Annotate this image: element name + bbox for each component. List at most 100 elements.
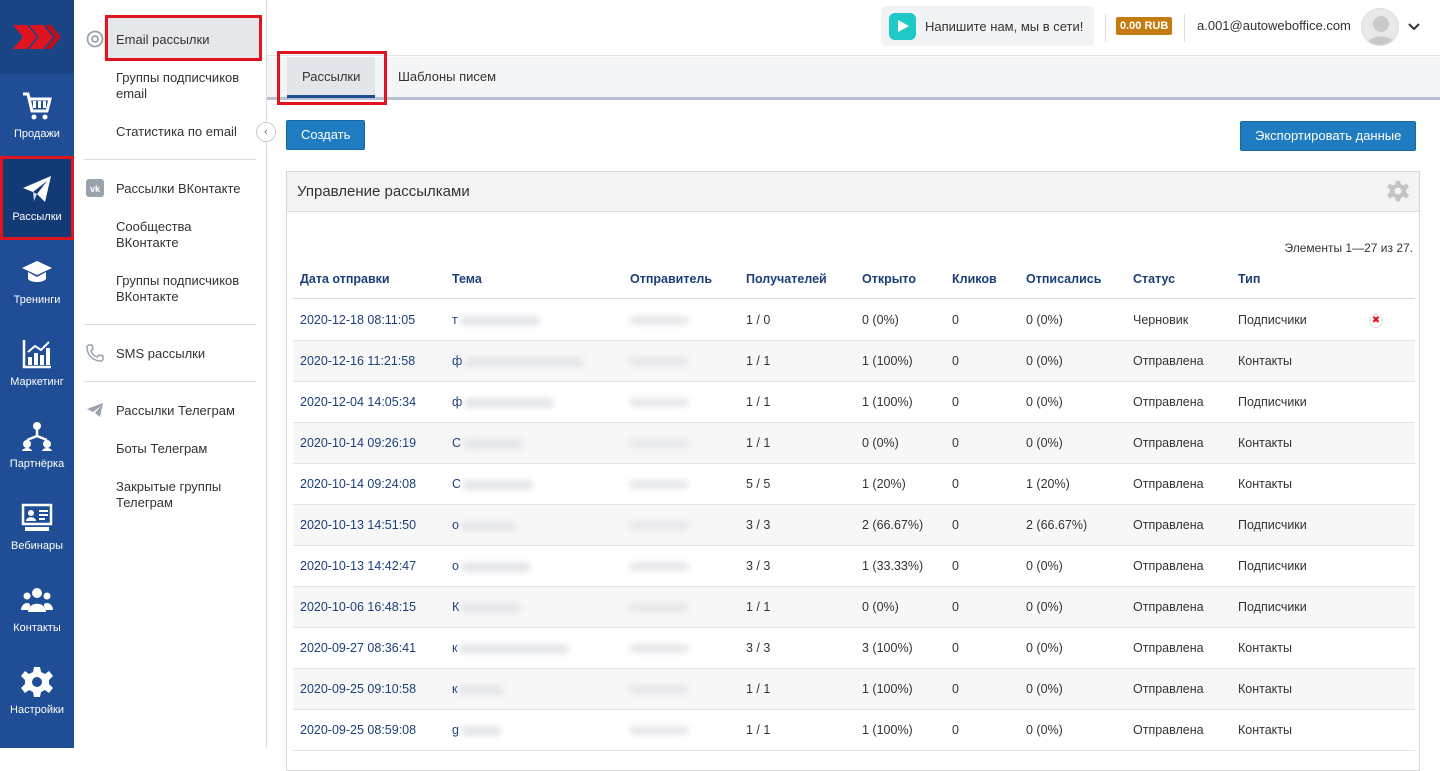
- row-topic-link[interactable]: о: [452, 505, 516, 546]
- submenu-telegram-bots[interactable]: Боты Телеграм: [116, 441, 256, 457]
- row-topic-link[interactable]: С: [452, 423, 524, 464]
- row-date-link[interactable]: 2020-09-27 08:36:41: [300, 628, 416, 669]
- row-topic-link-text: С: [452, 477, 462, 491]
- table-row[interactable]: 2020-09-25 08:59:08 g 1 / 1 1 (100%) 0 0 (0%)…: [293, 710, 1415, 751]
- network-icon: [22, 422, 52, 451]
- row-date-link[interactable]: 2020-10-14 09:24:08: [300, 464, 416, 505]
- row-topic-link[interactable]: о: [452, 546, 531, 587]
- redacted-sender: [623, 628, 713, 669]
- row-unsubscribed-text: 0 (0%): [1026, 682, 1063, 696]
- row-recipients-text: 3 / 3: [746, 518, 771, 532]
- nav-item-trainings[interactable]: Тренинги: [0, 240, 74, 322]
- submenu-telegram-mailings[interactable]: Рассылки Телеграм: [116, 403, 256, 419]
- redacted-sender: [623, 423, 713, 464]
- row-clicks: 0: [952, 464, 959, 505]
- row-clicks-text: 0: [952, 559, 959, 573]
- row-date-link[interactable]: 2020-09-25 09:10:58: [300, 669, 416, 710]
- column-header-type[interactable]: Тип: [1238, 259, 1260, 299]
- create-button[interactable]: Создать: [286, 120, 366, 150]
- row-type-text: Контакты: [1238, 682, 1292, 696]
- row-date-link[interactable]: 2020-12-18 08:11:05: [300, 300, 415, 341]
- app-logo[interactable]: [0, 0, 74, 74]
- row-topic-link[interactable]: ф: [452, 382, 555, 423]
- row-topic-link[interactable]: К: [452, 587, 522, 628]
- redacted-topic: [464, 397, 555, 408]
- export-data-button[interactable]: Экспортировать данные: [1240, 121, 1417, 151]
- row-topic-link[interactable]: к: [452, 669, 505, 710]
- table-row[interactable]: 2020-10-06 16:48:15 К 1 / 1 0 (0%) 0 0 (0%) От…: [293, 587, 1415, 628]
- row-unsubscribed: 2 (66.67%): [1026, 505, 1087, 546]
- row-topic-link[interactable]: к: [452, 628, 570, 669]
- row-status-text: Отправлена: [1133, 354, 1204, 368]
- nav-item-sales[interactable]: Продажи: [0, 74, 74, 156]
- row-type: Контакты: [1238, 341, 1292, 382]
- column-header-clicks[interactable]: Кликов: [952, 259, 997, 299]
- column-header-recipients[interactable]: Получателей: [746, 259, 827, 299]
- submenu-email-groups[interactable]: Группы подписчиков email: [116, 70, 256, 102]
- row-clicks: 0: [952, 546, 959, 587]
- redacted-topic: [463, 438, 524, 449]
- row-recipients-text: 1 / 1: [746, 600, 771, 614]
- row-unsubscribed: 0 (0%): [1026, 628, 1063, 669]
- table-row[interactable]: 2020-10-14 09:26:19 С 1 / 1 0 (0%) 0 0 (0%) От…: [293, 423, 1415, 464]
- row-topic-link[interactable]: ф: [452, 341, 585, 382]
- row-date-link[interactable]: 2020-10-14 09:26:19: [300, 423, 416, 464]
- chevron-down-icon[interactable]: [1407, 20, 1421, 34]
- column-header-topic[interactable]: Тема: [452, 259, 482, 299]
- row-date-link[interactable]: 2020-10-13 14:42:47: [300, 546, 416, 587]
- nav-item-mailings[interactable]: Рассылки: [0, 156, 74, 240]
- nav-item-marketing[interactable]: Маркетинг: [0, 322, 74, 404]
- submenu-email-stats[interactable]: Статистика по email: [116, 124, 256, 140]
- table-row[interactable]: 2020-12-04 14:05:34 ф 1 / 1 1 (100%) 0 0 (0%)…: [293, 382, 1415, 423]
- row-type: Контакты: [1238, 710, 1292, 751]
- balance-badge[interactable]: 0.00 RUB: [1116, 17, 1173, 35]
- table-row[interactable]: 2020-10-13 14:51:50 о 3 / 3 2 (66.67%) 0 2 (6…: [293, 505, 1415, 546]
- row-clicks: 0: [952, 341, 959, 382]
- collapse-submenu-button[interactable]: ‹: [256, 122, 276, 142]
- column-header-status[interactable]: Статус: [1133, 259, 1175, 299]
- submenu-vk-communities[interactable]: Сообщества ВКонтакте: [116, 219, 256, 251]
- submenu-telegram-groups[interactable]: Закрытые группы Телеграм: [116, 479, 256, 511]
- row-date-link[interactable]: 2020-12-16 11:21:58: [300, 341, 415, 382]
- submenu-vk-groups[interactable]: Группы подписчиков ВКонтакте: [116, 273, 256, 305]
- delete-icon[interactable]: ✖: [1369, 314, 1383, 328]
- column-header-unsubscribed[interactable]: Отписались: [1026, 259, 1101, 299]
- tab-templates[interactable]: Шаблоны писем: [383, 57, 511, 97]
- row-type-text: Контакты: [1238, 354, 1292, 368]
- row-topic-link[interactable]: С: [452, 464, 534, 505]
- submenu-sms-mailings[interactable]: SMS рассылки: [116, 346, 256, 362]
- row-topic-link[interactable]: т: [452, 300, 540, 341]
- nav-item-contacts[interactable]: Контакты: [0, 568, 74, 650]
- nav-item-partners[interactable]: Партнёрка: [0, 404, 74, 486]
- user-email[interactable]: a.001@autoweboffice.com: [1197, 18, 1351, 33]
- row-clicks-text: 0: [952, 682, 959, 696]
- table-row[interactable]: 2020-10-14 09:24:08 С 5 / 5 1 (20%) 0 1 (20%)…: [293, 464, 1415, 505]
- redacted-topic: [464, 356, 585, 367]
- table-row[interactable]: 2020-10-13 14:42:47 о 3 / 3 1 (33.33%) 0 0 (0…: [293, 546, 1415, 587]
- gear-icon[interactable]: [1387, 180, 1409, 202]
- row-date-link[interactable]: 2020-09-25 08:59:08: [300, 710, 416, 751]
- row-opened: 1 (100%): [862, 382, 913, 423]
- column-header-sender[interactable]: Отправитель: [630, 259, 712, 299]
- nav-item-webinars[interactable]: Вебинары: [0, 486, 74, 568]
- column-header-date[interactable]: Дата отправки: [300, 259, 390, 299]
- avatar[interactable]: [1361, 8, 1399, 46]
- column-header-opened[interactable]: Открыто: [862, 259, 916, 299]
- row-date-link[interactable]: 2020-10-13 14:51:50: [300, 505, 416, 546]
- table-header-row: Дата отправки Тема Отправитель Получател…: [293, 259, 1415, 299]
- row-recipients: 1 / 1: [746, 382, 770, 423]
- nav-item-label: Продажи: [14, 128, 60, 140]
- row-topic-link-text: ф: [452, 395, 463, 409]
- row-date-link[interactable]: 2020-12-04 14:05:34: [300, 382, 416, 423]
- row-status: Отправлена: [1133, 423, 1204, 464]
- nav-item-settings[interactable]: Настройки: [0, 650, 74, 732]
- submenu-vk-mailings[interactable]: Рассылки ВКонтакте: [116, 181, 256, 197]
- redacted-topic: [459, 684, 505, 695]
- row-date-link[interactable]: 2020-10-06 16:48:15: [300, 587, 416, 628]
- table-row[interactable]: 2020-09-27 08:36:41 к 3 / 3 3 (100%) 0 0 (0%)…: [293, 628, 1415, 669]
- table-row[interactable]: 2020-12-16 11:21:58 ф 1 / 1 1 (100%) 0 0 (0%)…: [293, 341, 1415, 382]
- table-row[interactable]: 2020-09-25 09:10:58 к 1 / 1 1 (100%) 0 0 (0%)…: [293, 669, 1415, 710]
- row-topic-link[interactable]: g: [452, 710, 501, 751]
- table-row[interactable]: 2020-12-18 08:11:05 т 1 / 0 0 (0%) 0 0 (0%) Че…: [293, 300, 1415, 341]
- chat-widget-button[interactable]: Напишите нам, мы в сети!: [881, 6, 1094, 46]
